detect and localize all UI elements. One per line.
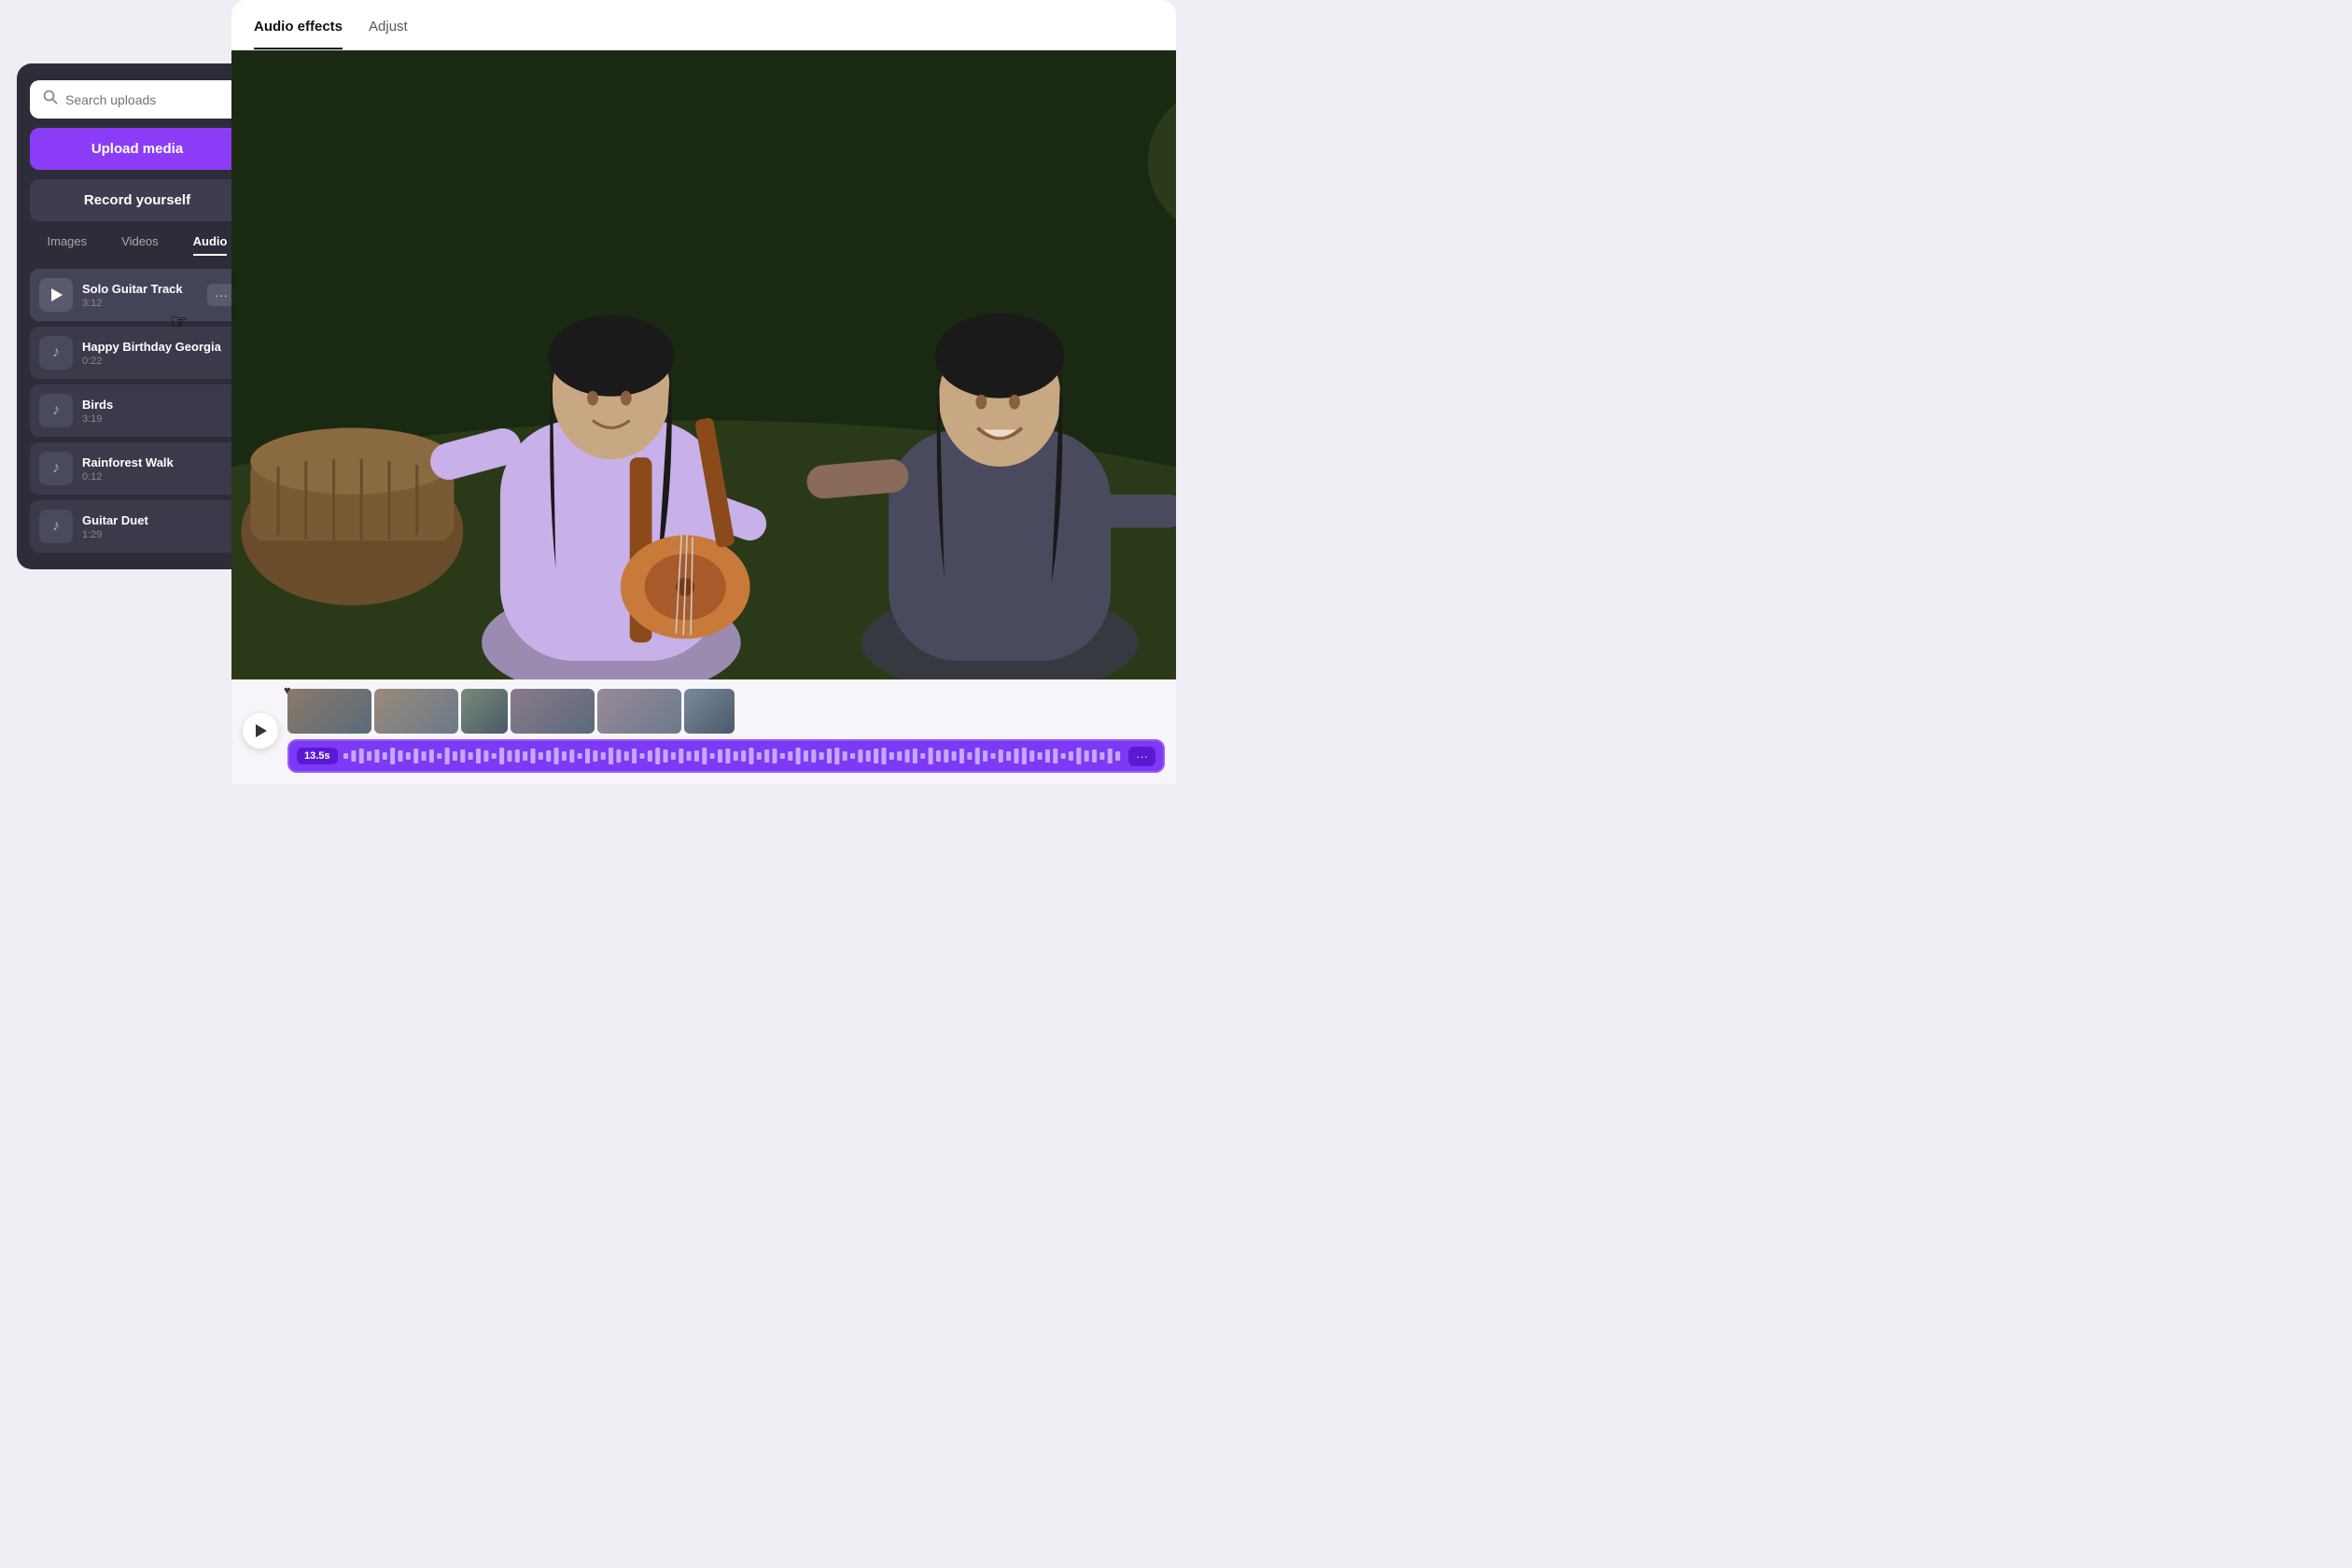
audio-name: Rainforest Walk — [82, 455, 235, 469]
audio-name: Birds — [82, 398, 235, 412]
audio-info: Rainforest Walk 0:12 — [82, 455, 235, 483]
tab-audio-effects[interactable]: Audio effects — [254, 19, 343, 49]
audio-info: Guitar Duet 1:29 — [82, 513, 235, 540]
waveform-visualization — [343, 745, 1123, 767]
audio-list: Solo Guitar Track 3:12 ··· ☞ ♪ Happy Bir… — [30, 269, 245, 553]
tab-adjust[interactable]: Adjust — [369, 19, 408, 49]
tab-images[interactable]: Images — [48, 234, 88, 256]
search-box[interactable] — [30, 80, 245, 119]
film-thumb — [374, 689, 458, 734]
filmstrip — [287, 689, 1165, 734]
right-tabs: Audio effects Adjust — [231, 0, 1176, 50]
waveform-time-badge: 13.5s — [297, 748, 338, 764]
record-yourself-button[interactable]: Record yourself — [30, 179, 245, 221]
audio-name: Solo Guitar Track — [82, 282, 198, 296]
audio-info: Happy Birthday Georgia 0:22 — [82, 340, 235, 367]
timeline-play-button[interactable] — [243, 713, 278, 749]
audio-duration: 0:12 — [82, 471, 235, 483]
audio-duration: 3:19 — [82, 413, 235, 425]
search-icon — [43, 90, 58, 109]
audio-name: Happy Birthday Georgia — [82, 340, 235, 354]
tab-audio[interactable]: Audio — [193, 234, 228, 256]
audio-info: Solo Guitar Track 3:12 — [82, 282, 198, 309]
audio-duration: 0:22 — [82, 356, 235, 367]
video-preview-area — [231, 50, 1176, 679]
film-thumb — [684, 689, 735, 734]
timeline-wrapper: 13.5s — [287, 689, 1165, 773]
music-note-icon: ♪ — [39, 452, 73, 485]
search-input[interactable] — [65, 92, 231, 107]
timeline-area: ♥ 13.5s — [231, 679, 1176, 784]
play-triangle-icon — [51, 288, 63, 301]
upload-media-button[interactable]: Upload media — [30, 128, 245, 170]
audio-name: Guitar Duet — [82, 513, 235, 527]
waveform-more-button[interactable]: ··· — [1128, 747, 1155, 766]
play-button[interactable] — [39, 278, 73, 312]
film-thumb — [597, 689, 681, 734]
film-thumb — [287, 689, 371, 734]
music-note-icon: ♪ — [39, 336, 73, 370]
audio-duration: 3:12 — [82, 298, 198, 309]
film-thumb — [511, 689, 595, 734]
list-item[interactable]: ♪ Birds 3:19 — [30, 385, 245, 437]
waveform-track[interactable]: 13.5s — [287, 739, 1165, 773]
audio-info: Birds 3:19 — [82, 398, 235, 425]
play-icon — [256, 724, 267, 737]
music-note-icon: ♪ — [39, 510, 73, 543]
left-panel: Upload media Record yourself Images Vide… — [17, 63, 258, 569]
list-item[interactable]: ♪ Happy Birthday Georgia 0:22 — [30, 327, 245, 379]
list-item[interactable]: Solo Guitar Track 3:12 ··· ☞ — [30, 269, 245, 321]
media-type-tabs: Images Videos Audio — [30, 234, 245, 256]
audio-duration: 1:29 — [82, 529, 235, 540]
list-item[interactable]: ♪ Guitar Duet 1:29 — [30, 500, 245, 553]
right-panel: Audio effects Adjust — [231, 0, 1176, 784]
music-note-icon: ♪ — [39, 394, 73, 427]
film-thumb — [461, 689, 508, 734]
list-item[interactable]: ♪ Rainforest Walk 0:12 — [30, 442, 245, 495]
tab-videos[interactable]: Videos — [121, 234, 159, 256]
